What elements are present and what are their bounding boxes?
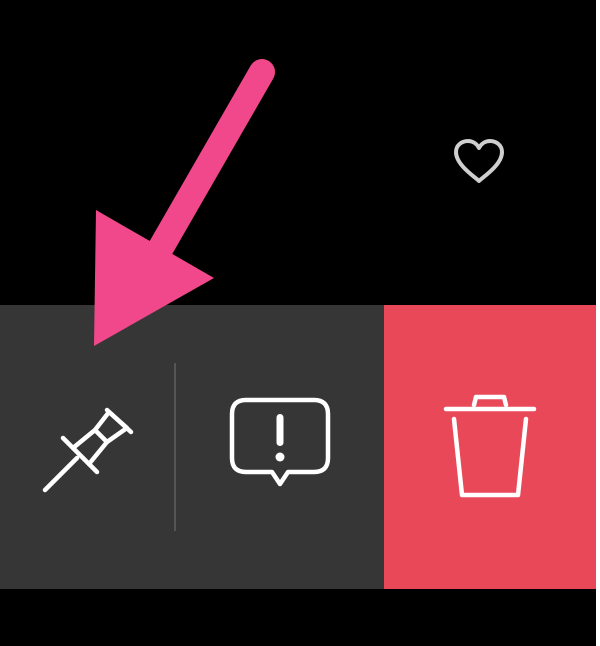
like-button[interactable] — [448, 134, 510, 190]
action-divider — [174, 305, 176, 589]
trash-icon — [443, 394, 537, 498]
pushpin-icon — [42, 407, 134, 493]
swipe-actions — [0, 305, 596, 589]
delete-button[interactable] — [384, 305, 596, 589]
pin-button[interactable] — [0, 305, 174, 589]
report-button[interactable] — [176, 305, 384, 589]
screen — [0, 0, 596, 646]
report-icon — [229, 397, 331, 487]
heart-icon — [454, 139, 504, 183]
